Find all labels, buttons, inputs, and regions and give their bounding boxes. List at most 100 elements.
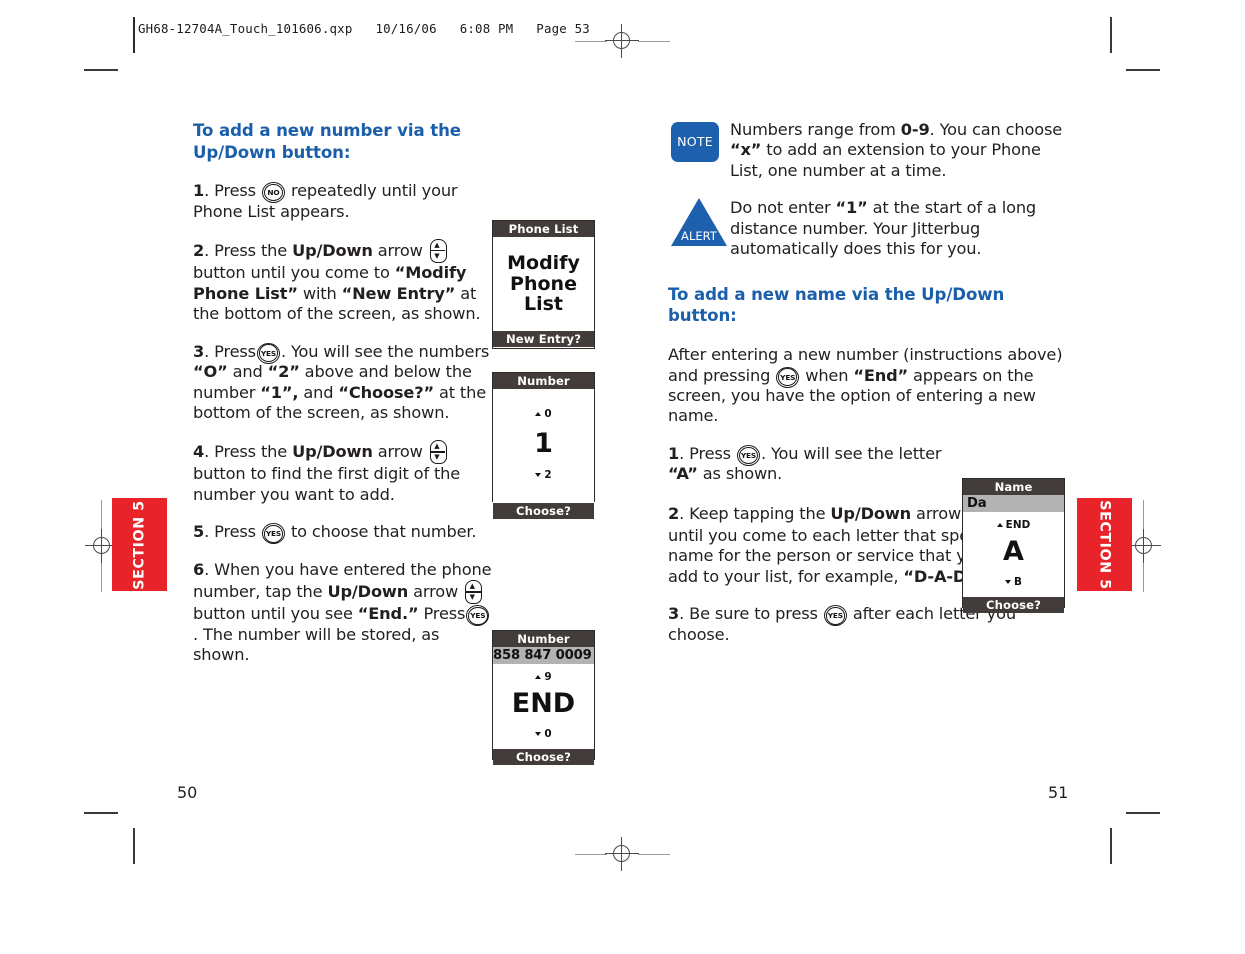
- lcd-title: Name: [963, 479, 1064, 495]
- note-bold-x: “x”: [730, 140, 762, 160]
- intro-text-b: when: [800, 365, 854, 385]
- crop-mark-top-left-horizontal: [84, 69, 118, 71]
- registration-mark-bottom: [605, 837, 639, 871]
- lcd-option-up-label: 0: [544, 408, 552, 420]
- step-text: arrow: [372, 442, 428, 462]
- lcd-body: 9 END 0: [493, 671, 594, 749]
- step-number: 1: [193, 181, 205, 201]
- lcd-body: 0 1 2: [493, 408, 594, 503]
- lcd-main-line-3: List: [523, 293, 563, 316]
- lcd-main-line-1: Modify: [507, 252, 580, 275]
- crop-mark-bottom-left-vertical: [133, 828, 135, 864]
- lcd-body: END A B: [963, 519, 1064, 597]
- step-text: arrow: [372, 241, 428, 261]
- updown-bold: Up/Down: [292, 241, 373, 261]
- lcd-entry-value: Da: [963, 495, 1064, 512]
- registration-arm-left-upper: [101, 500, 102, 530]
- right-section-heading: To add a new name via the Up/Down button…: [668, 284, 1005, 326]
- crop-mark-top-right-vertical: [1110, 17, 1112, 53]
- lcd-entry-value: 858 847 0009: [493, 647, 594, 664]
- lcd-footer: New Entry?: [493, 331, 594, 347]
- registration-arm-bottom-right: [638, 854, 670, 855]
- quoted-bold: “O”: [193, 362, 228, 382]
- quoted-bold: “Choose?”: [338, 382, 434, 402]
- note-bold-range: 0-9: [900, 120, 930, 139]
- note-callout: NOTE Numbers range from 0-9. You can cho…: [668, 120, 1066, 181]
- lcd-title: Number: [493, 373, 594, 389]
- crop-mark-bottom-right-vertical: [1110, 828, 1112, 864]
- step-number: 2: [668, 503, 680, 523]
- note-text-a: Numbers range from: [730, 120, 901, 139]
- header-rule: [133, 17, 135, 53]
- alert-badge: ALERT: [668, 198, 730, 247]
- step-text: button until you come to: [193, 263, 395, 283]
- registration-mark-top: [605, 24, 639, 58]
- step-text: and: [227, 362, 268, 382]
- quoted-bold: “2”: [267, 362, 300, 382]
- left-step-6: 6. When you have entered the phone numbe…: [193, 560, 493, 666]
- page-number-left: 50: [177, 783, 198, 802]
- step-text: . Press: [204, 522, 261, 542]
- left-step-1: 1. Press NO repeatedly until your Phone …: [193, 181, 503, 222]
- lcd-option-up: 9: [493, 671, 594, 683]
- updown-bold: Up/Down: [327, 582, 409, 602]
- triangle-down-icon: [535, 732, 542, 736]
- yes-key-icon: YES: [466, 605, 490, 627]
- step-number: 6: [193, 559, 205, 579]
- yes-key-icon: YES: [261, 523, 285, 545]
- lcd-main-line-2: Phone: [510, 272, 577, 295]
- registration-arm-top-right: [638, 41, 670, 42]
- yes-key-icon: YES: [823, 605, 847, 627]
- registration-arm-top-left: [575, 41, 607, 42]
- yes-key-icon: YES: [736, 444, 760, 466]
- step-number: 3: [668, 604, 680, 624]
- quoted-bold: “1”,: [260, 382, 299, 402]
- yes-key-icon: YES: [256, 342, 280, 364]
- step-text: . You will see the letter: [760, 443, 942, 463]
- step-number: 2: [193, 241, 205, 261]
- quoted-bold: “New Entry”: [341, 283, 456, 303]
- alert-text-a: Do not enter: [730, 198, 836, 218]
- step-text: button to find the first digit of the nu…: [193, 464, 461, 504]
- note-text: Numbers range from 0-9. You can choose “…: [730, 120, 1066, 181]
- right-step-1: 1. Press YES. You will see the letter “A…: [668, 444, 948, 485]
- lcd-screen-number-one: Number 0 1 2 Choose?: [492, 372, 595, 519]
- quoted-bold: “A”: [668, 464, 698, 484]
- step-text: . Press: [679, 443, 736, 463]
- lcd-option-up: END: [963, 519, 1064, 531]
- lcd-screen-phone-list: Phone List Modify Phone List New Entry?: [492, 220, 595, 349]
- alert-bold-one: “1”: [835, 198, 868, 218]
- step-text: Press: [418, 604, 466, 624]
- updown-bold: Up/Down: [292, 442, 373, 462]
- left-step-2: 2. Press the Up/Down arrow ▲ ▼ button unt…: [193, 239, 503, 324]
- left-step-4: 4. Press the Up/Down arrow ▲ ▼ button to …: [193, 440, 503, 505]
- section-tab-right: SECTION 5: [1077, 498, 1132, 591]
- lcd-option-down-label: 2: [544, 469, 552, 481]
- step-number: 1: [668, 443, 680, 463]
- step-text: . Be sure to press: [679, 604, 823, 624]
- triangle-down-icon: [535, 473, 542, 477]
- step-number: 3: [193, 341, 205, 361]
- lcd-option-down: B: [963, 576, 1064, 588]
- quoted-bold: “End”: [853, 365, 909, 385]
- triangle-up-icon: [996, 522, 1003, 527]
- lcd-option-down: 0: [493, 728, 594, 740]
- lcd-footer: Choose?: [493, 503, 594, 519]
- lcd-footer: Choose?: [493, 749, 594, 765]
- lcd-option-up: 0: [493, 408, 594, 420]
- step-text: . Keep tapping the: [679, 503, 831, 523]
- step-text: . You will see the numbers: [280, 341, 490, 361]
- note-text-c: to add an extension to your Phone List, …: [730, 140, 1041, 180]
- step-text: and: [298, 382, 339, 402]
- step-text: arrow: [911, 503, 967, 523]
- lcd-title: Phone List: [493, 221, 594, 237]
- step-text: . Press: [204, 341, 256, 361]
- step-text: . Press the: [204, 241, 293, 261]
- lcd-screen-number-end: Number 858 847 0009 9 END 0 Choose?: [492, 630, 595, 765]
- lcd-screen-name-a: Name Da END A B Choose?: [962, 478, 1065, 613]
- updown-bold: Up/Down: [830, 503, 912, 523]
- quoted-bold: “End.”: [357, 604, 419, 624]
- step-text: . Press the: [204, 442, 293, 462]
- lcd-option-down-label: B: [1013, 576, 1023, 588]
- step-text: arrow: [408, 582, 464, 602]
